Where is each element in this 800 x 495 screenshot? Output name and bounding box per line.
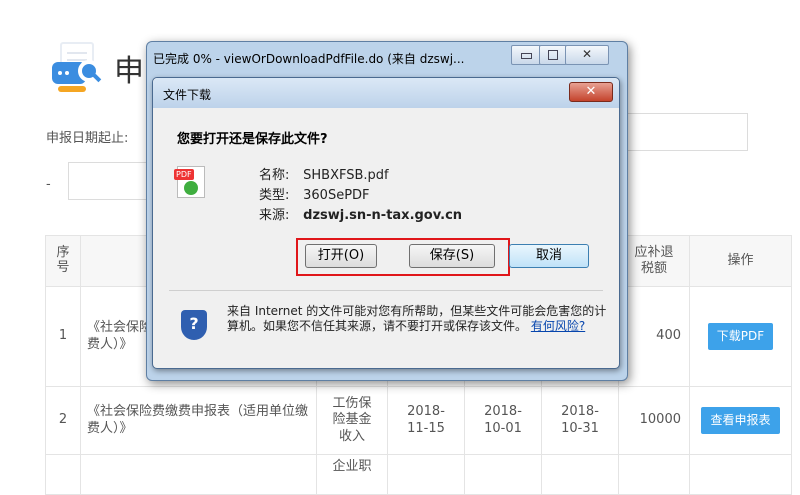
download-pdf-button[interactable]: 下载PDF bbox=[707, 323, 774, 350]
dialog-close-button[interactable]: ✕ bbox=[569, 82, 613, 102]
file-name-label: 名称: bbox=[259, 168, 290, 183]
date-range-label: 申报日期起止: bbox=[46, 131, 129, 146]
cancel-button[interactable]: 取消 bbox=[509, 244, 589, 268]
table-row: 2 《社会保险费缴费申报表（适用单位缴费人）》 工伤保险基金收入 2018-11… bbox=[45, 386, 792, 455]
pdf-file-icon: PDF bbox=[174, 166, 205, 198]
row-period-start: 2018-10-01 bbox=[464, 386, 542, 455]
minimize-icon bbox=[521, 53, 532, 59]
open-button[interactable]: 打开(O) bbox=[305, 244, 377, 268]
row-seq: 1 bbox=[45, 286, 81, 387]
save-button[interactable]: 保存(S) bbox=[409, 244, 495, 268]
file-name-row: 名称: SHBXFSB.pdf bbox=[259, 164, 389, 183]
view-report-button[interactable]: 查看申报表 bbox=[701, 407, 780, 434]
file-type-label: 类型: bbox=[259, 188, 290, 203]
maximize-button[interactable] bbox=[539, 45, 567, 65]
dialog-divider bbox=[169, 290, 603, 291]
filter-input[interactable] bbox=[612, 113, 748, 151]
maximize-icon bbox=[548, 50, 558, 60]
page-title: 申 bbox=[114, 54, 144, 89]
security-warning: 来自 Internet 的文件可能对您有所帮助，但某些文件可能会危害您的计算机。… bbox=[227, 304, 607, 334]
window-close-button[interactable]: ✕ bbox=[565, 45, 609, 65]
close-icon: ✕ bbox=[582, 47, 593, 61]
dialog-title: 文件下载 bbox=[163, 88, 212, 102]
risk-link[interactable]: 有何风险? bbox=[531, 319, 585, 333]
file-download-dialog: 文件下载 ✕ 您要打开还是保存此文件? PDF 名称: SHBXFSB.pdf … bbox=[152, 77, 620, 369]
download-window-title: 已完成 0% - viewOrDownloadPdfFile.do (来自 dz… bbox=[153, 52, 465, 66]
row-fund-type: 企业职 bbox=[316, 454, 388, 495]
report-search-icon bbox=[52, 42, 100, 94]
row-report-name: 《社会保险费缴费申报表（适用单位缴费人）》 bbox=[80, 386, 317, 455]
page-header: 申 bbox=[52, 42, 144, 94]
dialog-question: 您要打开还是保存此文件? bbox=[177, 132, 328, 147]
dialog-titlebar: 文件下载 ✕ bbox=[153, 78, 619, 108]
table-row: 企业职 bbox=[45, 454, 792, 495]
minimize-button[interactable] bbox=[511, 45, 541, 65]
row-declare-date: 2018-11-15 bbox=[387, 386, 465, 455]
file-source-row: 来源: dzswj.sn-n-tax.gov.cn bbox=[259, 204, 462, 223]
row-seq: 2 bbox=[45, 386, 81, 455]
row-fund-type: 工伤保险基金收入 bbox=[316, 386, 388, 455]
file-name-value: SHBXFSB.pdf bbox=[303, 168, 389, 183]
row-refund: 400 bbox=[618, 286, 690, 387]
row-period-end: 2018-10-31 bbox=[541, 386, 619, 455]
row-refund: 10000 bbox=[618, 386, 690, 455]
header-refund: 应补退税额 bbox=[618, 235, 690, 287]
date-range-dash: - bbox=[46, 177, 51, 192]
header-actions: 操作 bbox=[689, 235, 792, 287]
security-shield-icon: ? bbox=[181, 310, 207, 340]
file-type-row: 类型: 360SePDF bbox=[259, 184, 370, 203]
file-source-label: 来源: bbox=[259, 208, 290, 223]
header-seq: 序号 bbox=[45, 235, 81, 287]
file-source-value: dzswj.sn-n-tax.gov.cn bbox=[303, 208, 463, 223]
file-type-value: 360SePDF bbox=[303, 188, 370, 203]
